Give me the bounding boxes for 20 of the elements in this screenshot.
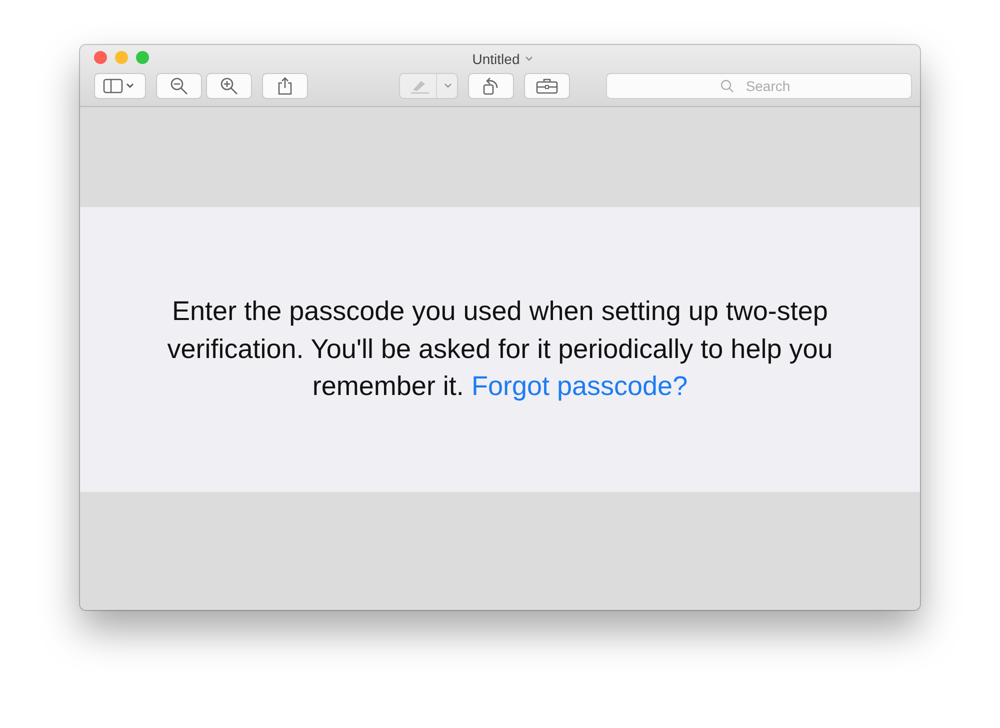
rotate-button[interactable] — [468, 73, 514, 99]
share-button[interactable] — [262, 73, 308, 99]
zoom-out-button[interactable] — [156, 73, 202, 99]
share-icon — [278, 77, 292, 95]
passcode-message: Enter the passcode you used when setting up two-step verification. You'll be asked for it periodically to help you remember it. Forgot passcode? — [166, 294, 834, 404]
caret-icon — [443, 82, 453, 90]
toolbox-icon — [536, 78, 558, 94]
window-title: Untitled — [472, 51, 520, 67]
zoom-in-button[interactable] — [206, 73, 252, 99]
highlighter-icon — [410, 78, 430, 94]
close-button[interactable] — [94, 51, 107, 64]
toolbox-button[interactable] — [524, 73, 570, 99]
search-icon — [720, 79, 734, 93]
caret-icon[interactable] — [524, 55, 534, 63]
rotate-icon — [482, 76, 500, 96]
zoom-out-icon — [170, 77, 188, 95]
sidebar-button[interactable] — [94, 73, 146, 99]
forgot-passcode-link[interactable]: Forgot passcode? — [471, 371, 688, 402]
search-field[interactable]: Search — [606, 73, 912, 99]
zoom-in-icon — [220, 77, 238, 95]
